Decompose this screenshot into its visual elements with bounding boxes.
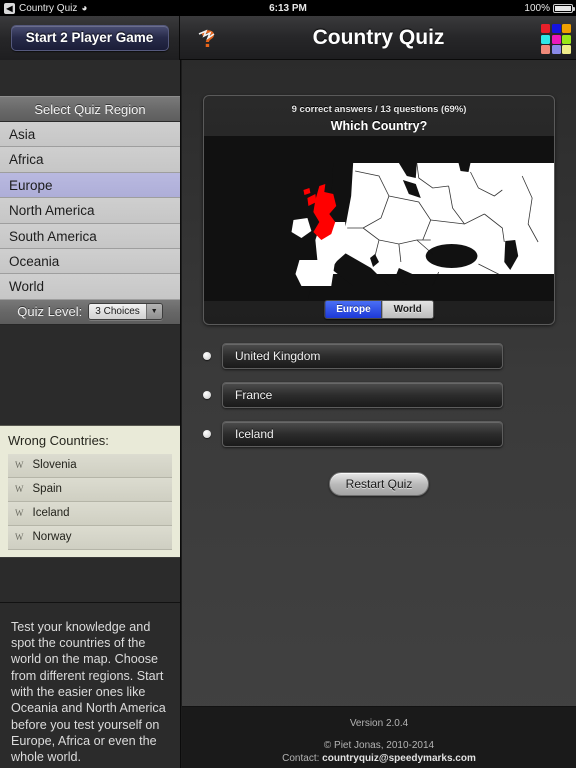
sidebar-item-south-america[interactable]: South America xyxy=(0,223,180,249)
quiz-level-label: Quiz Level: xyxy=(17,304,83,320)
sidebar-item-europe[interactable]: Europe xyxy=(0,172,180,199)
list-item[interactable]: W Spain xyxy=(8,477,172,502)
region-list-header: Select Quiz Region xyxy=(0,96,180,122)
answer-row: France xyxy=(203,379,503,410)
chevron-down-icon: ▼ xyxy=(145,304,162,320)
battery-icon xyxy=(553,3,575,13)
app-window: ◀ Country Quiz ◕ 6:13 PM 100% Start 2 Pl… xyxy=(0,0,576,768)
quiz-map[interactable] xyxy=(204,136,554,301)
answer-bullet-icon xyxy=(203,390,211,399)
sidebar-item-oceania[interactable]: Oceania xyxy=(0,248,180,275)
score-line: 9 correct answers / 13 questions (69%) xyxy=(291,104,467,115)
flag-icon: W xyxy=(15,484,24,495)
status-clock: 6:13 PM xyxy=(269,2,307,14)
flag-icon: W xyxy=(15,460,24,471)
wrong-country-name: Spain xyxy=(32,483,62,496)
restart-quiz-button[interactable]: Restart Quiz xyxy=(328,472,430,496)
wrong-country-name: Norway xyxy=(32,531,72,544)
copyright-label: © Piet Jonas, 2010-2014 xyxy=(323,740,435,751)
flag-icon: W xyxy=(15,508,24,519)
quiz-level-value: 3 Choices xyxy=(89,304,146,320)
wrong-country-name: Iceland xyxy=(32,507,70,520)
list-item[interactable]: W Norway xyxy=(8,525,172,550)
footer: Version 2.0.4 © Piet Jonas, 2010-2014 Co… xyxy=(182,706,576,768)
status-bar-right: 100% xyxy=(524,2,575,14)
toggle-europe[interactable]: Europe xyxy=(325,301,382,318)
map-panel: 9 correct answers / 13 questions (69%) W… xyxy=(203,95,555,325)
page-title: Country Quiz xyxy=(312,26,445,49)
sidebar-item-world[interactable]: World xyxy=(0,274,180,300)
list-item[interactable]: W Slovenia xyxy=(8,453,172,478)
map-region-toggle[interactable]: Europe World xyxy=(324,300,434,319)
list-item[interactable]: W Iceland xyxy=(8,501,172,526)
answer-row: United Kingdom xyxy=(203,340,503,371)
navigation-bar: Start 2 Player Game ? Country Quiz xyxy=(0,16,576,60)
wrong-country-name: Slovenia xyxy=(32,459,77,472)
answer-bullet-icon xyxy=(203,351,211,360)
sidebar-item-africa[interactable]: Africa xyxy=(0,147,180,173)
answer-options: United Kingdom France Iceland xyxy=(203,340,503,457)
answer-row: Iceland xyxy=(203,418,503,449)
sidebar-lower-spacer xyxy=(0,557,180,603)
wrong-countries-title: Wrong Countries: xyxy=(8,432,109,448)
question-prompt: Which Country? xyxy=(330,119,428,133)
main-content: 9 correct answers / 13 questions (69%) W… xyxy=(182,60,576,768)
color-grid-icon[interactable] xyxy=(540,23,571,54)
restart-area: Restart Quiz xyxy=(182,472,576,496)
about-description: Test your knowledge and spot the countri… xyxy=(11,619,166,765)
contact-prefix: Contact: xyxy=(282,753,323,764)
battery-percent-label: 100% xyxy=(524,2,550,14)
contact-email-link[interactable]: countryquiz@speedymarks.com xyxy=(322,753,476,764)
start-2-player-game-button[interactable]: Start 2 Player Game xyxy=(10,25,169,51)
quiz-level-select[interactable]: 3 Choices ▼ xyxy=(88,303,163,321)
quiz-level-bar: Quiz Level: 3 Choices ▼ xyxy=(0,299,180,325)
version-label: Version 2.0.4 xyxy=(349,718,409,729)
sidebar-item-north-america[interactable]: North America xyxy=(0,198,180,224)
map-svg xyxy=(204,136,554,301)
answer-button-2[interactable]: France xyxy=(222,381,503,408)
status-bar: ◀ Country Quiz ◕ 6:13 PM 100% xyxy=(0,0,576,16)
contact-line: Contact: countryquiz@speedymarks.com xyxy=(182,753,576,764)
answer-bullet-icon xyxy=(203,429,211,438)
sidebar-top-spacer xyxy=(0,60,180,96)
sidebar-item-asia[interactable]: Asia xyxy=(0,122,180,148)
answer-button-1[interactable]: United Kingdom xyxy=(222,342,503,369)
answer-button-3[interactable]: Iceland xyxy=(222,420,503,447)
toggle-world[interactable]: World xyxy=(381,301,433,318)
navigation-bar-left: Start 2 Player Game xyxy=(0,16,180,60)
flag-icon: W xyxy=(15,532,24,543)
navigation-bar-right: ? Country Quiz xyxy=(181,16,576,60)
wrong-countries-panel: Wrong Countries: W Slovenia W Spain W Ic… xyxy=(0,424,180,558)
sidebar-middle-spacer xyxy=(0,324,180,425)
sidebar: Select Quiz Region Asia Africa Europe No… xyxy=(0,60,181,768)
